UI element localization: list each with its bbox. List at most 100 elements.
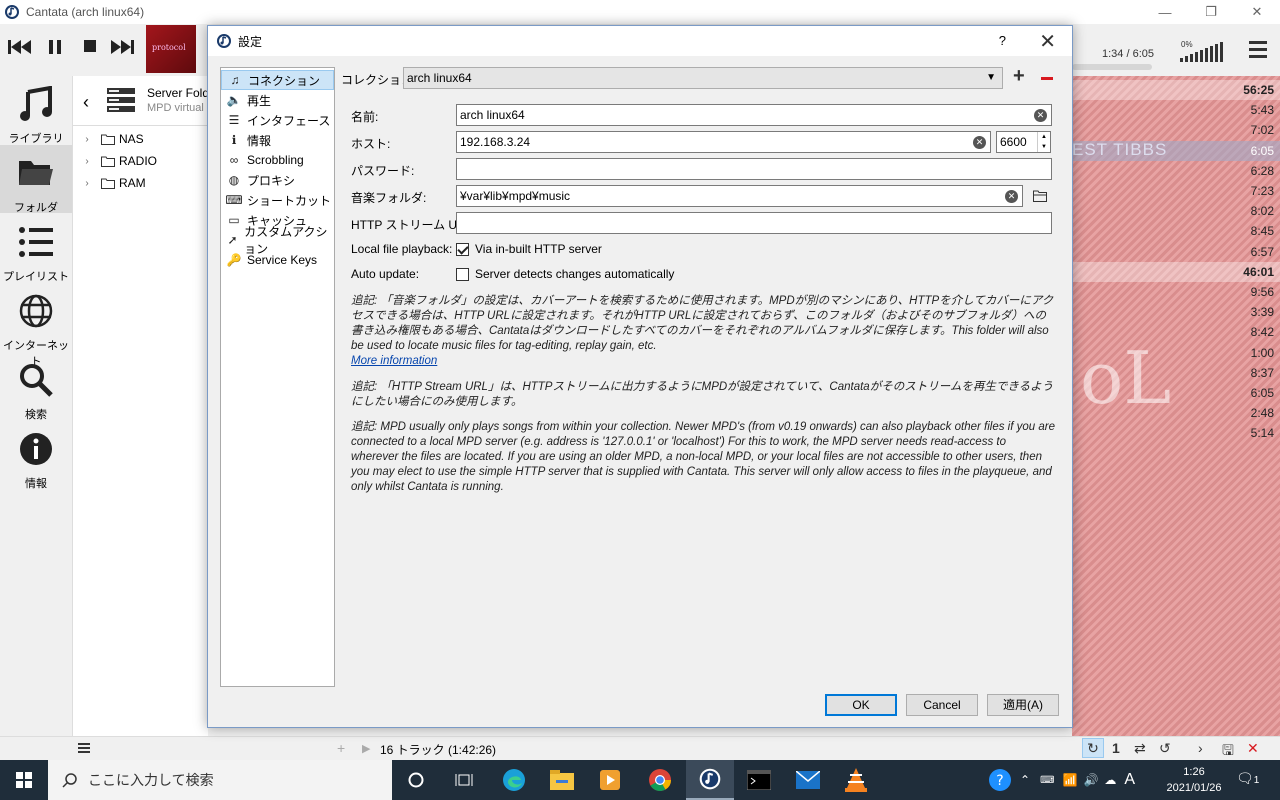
- nav-item-1[interactable]: 🔈 再生: [221, 90, 334, 110]
- pause-icon[interactable]: [48, 40, 62, 54]
- stop-icon[interactable]: [84, 40, 97, 53]
- queue-row[interactable]: 56:25: [1072, 80, 1280, 100]
- port-spinbox[interactable]: 6600 ▲ ▼: [996, 131, 1051, 153]
- clear-queue-icon[interactable]: ✕: [1247, 740, 1259, 757]
- queue-row[interactable]: 6:05: [1072, 383, 1280, 403]
- media-app[interactable]: [586, 760, 634, 800]
- local-playback-checkbox[interactable]: Via in-built HTTP server: [456, 242, 602, 256]
- single-mode-button[interactable]: 1: [1112, 740, 1120, 756]
- queue-row[interactable]: 8:42: [1072, 322, 1280, 342]
- tree-item-ram[interactable]: › RAM: [73, 172, 208, 194]
- ime-icon[interactable]: ⌨: [1040, 775, 1054, 786]
- queue-row[interactable]: 5:14: [1072, 423, 1280, 443]
- nav-item-0[interactable]: ♫ コネクション: [221, 70, 334, 90]
- maximize-button[interactable]: ❐: [1188, 0, 1234, 24]
- more-information-link[interactable]: More information: [351, 355, 437, 367]
- music-folder-field[interactable]: ¥var¥lib¥mpd¥music ✕: [456, 185, 1023, 207]
- cantata-app[interactable]: [686, 760, 734, 800]
- shuffle-icon[interactable]: ⇄: [1134, 740, 1146, 757]
- expand-arrow-icon[interactable]: ›: [77, 134, 97, 145]
- onedrive-icon[interactable]: ☁: [1104, 773, 1116, 787]
- remove-collection-button[interactable]: [1041, 77, 1053, 80]
- clear-icon[interactable]: ✕: [1005, 190, 1018, 203]
- queue-row[interactable]: 7:02: [1072, 120, 1280, 140]
- checkbox-checked[interactable]: [456, 242, 469, 256]
- album-cover[interactable]: protocol: [146, 25, 196, 73]
- previous-track-icon[interactable]: [8, 40, 32, 54]
- name-field[interactable]: arch linux64 ✕: [456, 104, 1052, 126]
- nav-item-5[interactable]: ◍ プロキシ: [221, 170, 334, 190]
- main-menu-icon[interactable]: [1249, 41, 1267, 62]
- apply-button[interactable]: 適用(A): [987, 694, 1059, 716]
- edge-app[interactable]: [490, 760, 538, 800]
- help-icon[interactable]: ?: [988, 768, 1012, 792]
- cortana-button[interactable]: [392, 760, 440, 800]
- queue-row[interactable]: 9:56: [1072, 282, 1280, 302]
- back-icon[interactable]: ‹: [83, 92, 89, 113]
- next-track-icon[interactable]: [110, 40, 134, 54]
- cancel-button[interactable]: Cancel: [906, 694, 978, 716]
- add-icon[interactable]: +: [337, 740, 345, 756]
- queue-row[interactable]: 6:57: [1072, 242, 1280, 262]
- sidebar-item-folders[interactable]: フォルダ: [0, 145, 72, 214]
- queue-row[interactable]: 8:02: [1072, 201, 1280, 221]
- mail-app[interactable]: [784, 760, 832, 800]
- queue-row[interactable]: 8:45: [1072, 221, 1280, 241]
- chevron-right-icon[interactable]: ›: [1198, 740, 1203, 756]
- start-button[interactable]: [0, 760, 48, 800]
- expand-arrow-icon[interactable]: ›: [77, 156, 97, 167]
- collection-select[interactable]: arch linux64 ▼: [403, 67, 1003, 89]
- queue-row[interactable]: 5:43: [1072, 100, 1280, 120]
- volume-slider[interactable]: [1180, 42, 1223, 62]
- host-field[interactable]: 192.168.3.24 ✕: [456, 131, 991, 153]
- password-field[interactable]: [456, 158, 1052, 180]
- play-icon[interactable]: ▶: [362, 742, 370, 755]
- sidebar-item-library[interactable]: ライブラリ: [0, 76, 72, 145]
- nav-item-3[interactable]: ℹ 情報: [221, 130, 334, 150]
- nav-item-8[interactable]: ➚ カスタムアクション: [221, 225, 334, 256]
- wifi-icon[interactable]: 📶: [1063, 773, 1078, 787]
- sidebar-item-info[interactable]: 情報: [0, 421, 72, 490]
- browse-folder-icon[interactable]: [1033, 190, 1047, 202]
- close-dialog-button[interactable]: ✕: [1039, 29, 1056, 54]
- minimize-button[interactable]: —: [1142, 0, 1188, 24]
- queue-row[interactable]: 46:01: [1072, 261, 1280, 282]
- sidebar-item-playlists[interactable]: プレイリスト: [0, 214, 72, 283]
- volume-icon[interactable]: 🔊: [1083, 773, 1098, 787]
- queue-row[interactable]: 6:28: [1072, 161, 1280, 181]
- clear-icon[interactable]: ✕: [1034, 109, 1047, 122]
- repeat-icon[interactable]: ↻: [1082, 738, 1104, 758]
- chrome-app[interactable]: [636, 760, 684, 800]
- consume-icon[interactable]: ↺: [1159, 740, 1171, 757]
- help-button[interactable]: ?: [999, 33, 1006, 48]
- sidebar-item-internet[interactable]: インターネット: [0, 283, 72, 368]
- chevron-up-icon[interactable]: ⌃: [1020, 773, 1030, 787]
- http-url-field[interactable]: [456, 212, 1052, 234]
- taskbar-search[interactable]: ここに入力して検索: [48, 760, 392, 800]
- nav-item-6[interactable]: ⌨ ショートカット: [221, 190, 334, 210]
- add-collection-button[interactable]: +: [1013, 65, 1025, 88]
- auto-update-checkbox[interactable]: Server detects changes automatically: [456, 267, 674, 281]
- sidebar-item-search[interactable]: 検索: [0, 352, 72, 421]
- checkbox-unchecked[interactable]: [456, 267, 469, 281]
- progress-bar[interactable]: [1072, 64, 1152, 70]
- queue-row[interactable]: 7:23: [1072, 181, 1280, 201]
- terminal-app[interactable]: [735, 760, 783, 800]
- queue-row[interactable]: 1:00: [1072, 343, 1280, 363]
- expand-arrow-icon[interactable]: ›: [77, 178, 97, 189]
- spin-arrows-icon[interactable]: ▲ ▼: [1037, 132, 1050, 152]
- ime-mode[interactable]: A: [1124, 771, 1135, 789]
- ok-button[interactable]: OK: [825, 694, 897, 716]
- clear-icon[interactable]: ✕: [973, 136, 986, 149]
- vlc-app[interactable]: [832, 760, 880, 800]
- taskbar-clock[interactable]: 1:26 2021/01/26: [1162, 764, 1226, 796]
- nav-item-2[interactable]: ☰ インタフェース: [221, 110, 334, 130]
- task-view-button[interactable]: [440, 760, 488, 800]
- nav-item-4[interactable]: ∞ Scrobbling: [221, 150, 334, 170]
- queue-row[interactable]: 2:48: [1072, 403, 1280, 423]
- queue-row[interactable]: 8:37: [1072, 363, 1280, 383]
- explorer-app[interactable]: [538, 760, 586, 800]
- tree-item-nas[interactable]: › NAS: [73, 128, 208, 150]
- queue-row[interactable]: 3:39: [1072, 302, 1280, 322]
- menu-icon[interactable]: [78, 743, 90, 755]
